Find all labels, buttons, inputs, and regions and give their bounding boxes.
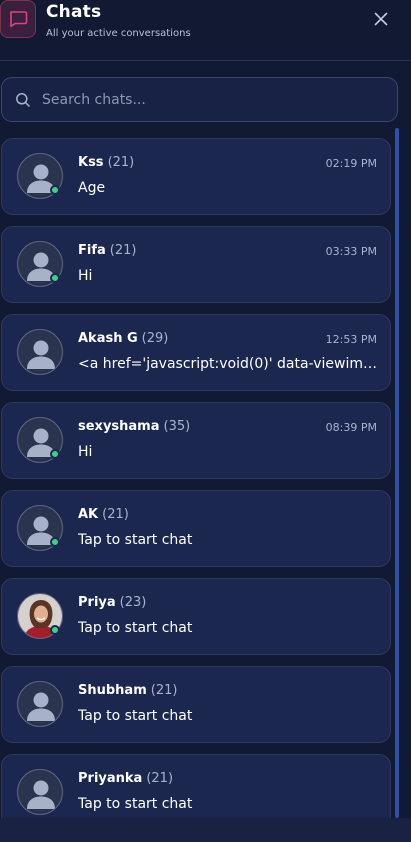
bottom-bar [0, 818, 411, 842]
online-status-dot [50, 537, 60, 547]
chat-last-message: Tap to start chat [78, 708, 193, 724]
avatar [17, 769, 63, 815]
chat-age: (21) [107, 155, 135, 170]
chat-last-message: Age [78, 180, 106, 196]
chat-bubble-icon [0, 0, 36, 38]
search-box [1, 77, 398, 122]
chat-list-item[interactable]: Akash G (29) 12:53 PM <a href='javascript… [1, 314, 391, 391]
chat-last-message: <a href='javascript:void(0)' data-viewim… [78, 356, 378, 372]
chat-time: 12:53 PM [325, 333, 377, 346]
chat-name: sexyshama [78, 419, 160, 434]
chat-list-item[interactable]: Priya (23) Tap to start chat [1, 578, 391, 655]
page-subtitle: All your active conversations [46, 28, 191, 39]
chat-last-message: Tap to start chat [78, 532, 193, 548]
chat-last-message: Tap to start chat [78, 796, 193, 812]
online-status-dot [50, 625, 60, 635]
chat-last-message: Hi [78, 268, 93, 284]
chat-list-item[interactable]: Fifa (21) 03:33 PM Hi [1, 226, 391, 303]
chat-name: Priyanka [78, 771, 143, 786]
chat-time: 03:33 PM [325, 245, 377, 258]
chat-age: (21) [102, 507, 129, 522]
chat-time: 02:19 PM [325, 157, 377, 170]
close-icon [374, 12, 388, 26]
online-status-dot [50, 185, 60, 195]
default-avatar-icon [27, 692, 55, 721]
chat-time: 08:39 PM [325, 421, 377, 434]
close-button[interactable] [370, 8, 392, 30]
chat-name: AK [78, 507, 99, 522]
default-avatar-icon [27, 340, 55, 369]
chat-age: (21) [150, 683, 178, 698]
chat-name: Fifa [78, 243, 106, 258]
avatar [17, 329, 63, 375]
chat-age: (23) [119, 595, 147, 610]
chat-list: Kss (21) 02:19 PM Age Fifa (21) 03:33 PM H… [0, 138, 411, 818]
chat-list-item[interactable]: Shubham (21) Tap to start chat [1, 666, 391, 743]
search-icon [16, 93, 30, 107]
chat-age: (29) [141, 331, 169, 346]
chat-name: Kss [78, 155, 104, 170]
chat-list-item[interactable]: sexyshama (35) 08:39 PM Hi [1, 402, 391, 479]
chat-list-item[interactable]: Kss (21) 02:19 PM Age [1, 138, 391, 215]
chat-name: Priya [78, 595, 116, 610]
chat-name: Shubham [78, 683, 147, 698]
chat-name: Akash G [78, 331, 138, 346]
online-status-dot [50, 449, 60, 459]
chat-age: (21) [146, 771, 174, 786]
avatar [17, 681, 63, 727]
chat-last-message: Tap to start chat [78, 620, 193, 636]
chat-list-item[interactable]: AK (21) Tap to start chat [1, 490, 391, 567]
chat-age: (21) [109, 243, 137, 258]
online-status-dot [50, 273, 60, 283]
chat-list-item[interactable]: Priyanka (21) Tap to start chat [1, 754, 391, 818]
default-avatar-icon [27, 780, 55, 809]
chats-header: Chats All your active conversations [0, 0, 411, 61]
chat-last-message: Hi [78, 444, 93, 460]
page-title: Chats [46, 2, 102, 22]
search-input[interactable] [42, 78, 382, 121]
chat-age: (35) [163, 419, 191, 434]
